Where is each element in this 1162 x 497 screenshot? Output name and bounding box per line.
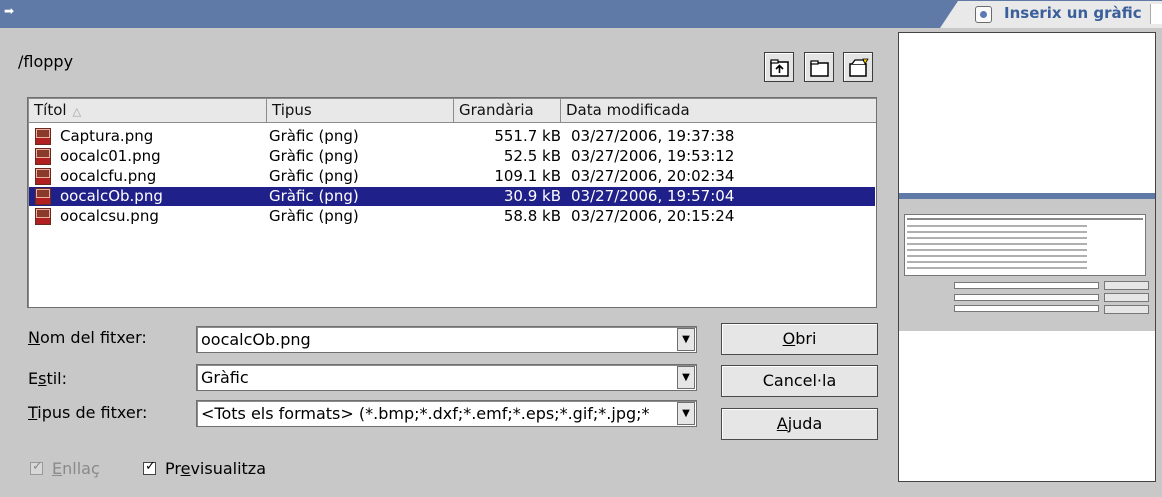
close-icon[interactable]	[1150, 4, 1162, 24]
hotkey-letter: O	[782, 329, 796, 348]
preview-image	[899, 193, 1155, 331]
help-button[interactable]: Ajuda	[721, 408, 878, 440]
label-text: E	[28, 369, 39, 388]
png-file-icon	[35, 208, 51, 225]
file-type: Gràfic (png)	[269, 207, 359, 225]
checkbox-label: visualitza	[190, 459, 266, 478]
png-file-icon	[35, 128, 51, 145]
file-date: 03/27/2006, 19:37:38	[571, 127, 735, 145]
window-title: Inserix un gràfic	[1004, 4, 1142, 22]
new-folder-icon	[810, 60, 829, 77]
preview-checkbox[interactable]: Previsualitza	[143, 459, 266, 478]
style-select[interactable]: Gràfic	[201, 365, 674, 390]
label-text: ipus de fitxer:	[37, 403, 148, 422]
checkbox-checked-icon	[143, 459, 156, 475]
filetype-select[interactable]: <Tots els formats> (*.bmp;*.dxf;*.emf;*.…	[201, 401, 674, 426]
file-size: 30.9 kB	[503, 187, 561, 205]
filename-combo[interactable]: oocalcOb.png ▼	[196, 326, 697, 353]
file-name: oocalcfu.png	[60, 167, 157, 185]
chevron-down-icon[interactable]: ▼	[677, 402, 695, 425]
file-size: 52.5 kB	[503, 147, 561, 165]
style-combo[interactable]: Gràfic ▼	[196, 364, 697, 391]
label-text: til:	[46, 369, 68, 388]
column-header-title-label: Títol	[34, 101, 67, 119]
filetype-combo[interactable]: <Tots els formats> (*.bmp;*.dxf;*.emf;*.…	[196, 400, 697, 427]
file-size: 551.7 kB	[494, 127, 561, 145]
file-date: 03/27/2006, 20:02:34	[571, 167, 735, 185]
checkbox-label: Pr	[165, 459, 181, 478]
column-header-size[interactable]: Grandària	[454, 99, 561, 123]
file-date: 03/27/2006, 19:57:04	[571, 187, 735, 205]
column-header-type[interactable]: Tipus	[267, 99, 454, 123]
file-row-selected[interactable]: oocalcOb.png Gràfic (png) 30.9 kB 03/27/…	[29, 187, 875, 206]
file-type: Gràfic (png)	[269, 127, 359, 145]
hotkey-letter: A	[776, 414, 788, 433]
column-header-title[interactable]: Títol △	[29, 99, 267, 123]
file-name: oocalc01.png	[60, 147, 161, 165]
link-checkbox[interactable]: Enllaç	[30, 459, 100, 478]
checkbox-checked-icon	[30, 459, 43, 475]
file-name: Captura.png	[60, 127, 154, 145]
open-button[interactable]: Obri	[721, 323, 878, 355]
hotkey-letter: e	[180, 459, 191, 478]
current-path: /floppy	[18, 52, 74, 71]
png-file-icon	[35, 148, 51, 165]
cancel-button[interactable]: Cancel·la	[721, 365, 878, 397]
file-type: Gràfic (png)	[269, 147, 359, 165]
hotkey-letter: T	[28, 403, 38, 422]
file-row[interactable]: Captura.png Gràfic (png) 551.7 kB 03/27/…	[29, 127, 875, 146]
chevron-down-icon[interactable]: ▼	[677, 366, 695, 389]
folder-up-icon	[770, 59, 789, 77]
window-menu-icon[interactable]: ➡	[4, 4, 18, 18]
button-label: juda	[787, 414, 823, 433]
radio-icon	[975, 6, 992, 23]
file-type: Gràfic (png)	[269, 187, 359, 205]
file-name: oocalcsu.png	[60, 207, 159, 225]
png-file-icon	[35, 188, 51, 205]
file-size: 109.1 kB	[494, 167, 561, 185]
chevron-down-icon[interactable]: ▼	[677, 328, 695, 351]
button-label: bri	[795, 329, 817, 348]
filename-label: Nom del fitxer:	[28, 328, 147, 347]
hotkey-letter: E	[52, 459, 63, 478]
file-list[interactable]: Títol △ Tipus Grandària Data modificada C…	[27, 97, 877, 308]
file-type: Gràfic (png)	[269, 167, 359, 185]
label-text: om del fitxer:	[39, 328, 147, 347]
file-row[interactable]: oocalc01.png Gràfic (png) 52.5 kB 03/27/…	[29, 147, 875, 166]
column-header-date[interactable]: Data modificada	[561, 99, 876, 123]
file-size: 58.8 kB	[503, 207, 561, 225]
preview-pane	[898, 32, 1156, 482]
checkbox-label: nllaç	[62, 459, 100, 478]
file-row[interactable]: oocalcsu.png Gràfic (png) 58.8 kB 03/27/…	[29, 207, 875, 226]
folder-up-button[interactable]	[764, 52, 794, 82]
file-row[interactable]: oocalcfu.png Gràfic (png) 109.1 kB 03/27…	[29, 167, 875, 186]
file-date: 03/27/2006, 20:15:24	[571, 207, 735, 225]
default-directory-button[interactable]	[843, 52, 873, 82]
hotkey-letter: N	[28, 328, 40, 347]
file-date: 03/27/2006, 19:53:12	[571, 147, 735, 165]
sort-ascending-icon: △	[72, 105, 82, 118]
title-bar: ➡ Inserix un gràfic	[0, 0, 1162, 28]
file-name: oocalcOb.png	[60, 187, 163, 205]
filetype-label: Tipus de fitxer:	[28, 403, 147, 422]
filename-input[interactable]: oocalcOb.png	[201, 327, 674, 352]
new-folder-button[interactable]	[804, 52, 834, 82]
png-file-icon	[35, 168, 51, 185]
style-label: Estil:	[28, 369, 67, 388]
default-directory-icon	[849, 58, 869, 77]
